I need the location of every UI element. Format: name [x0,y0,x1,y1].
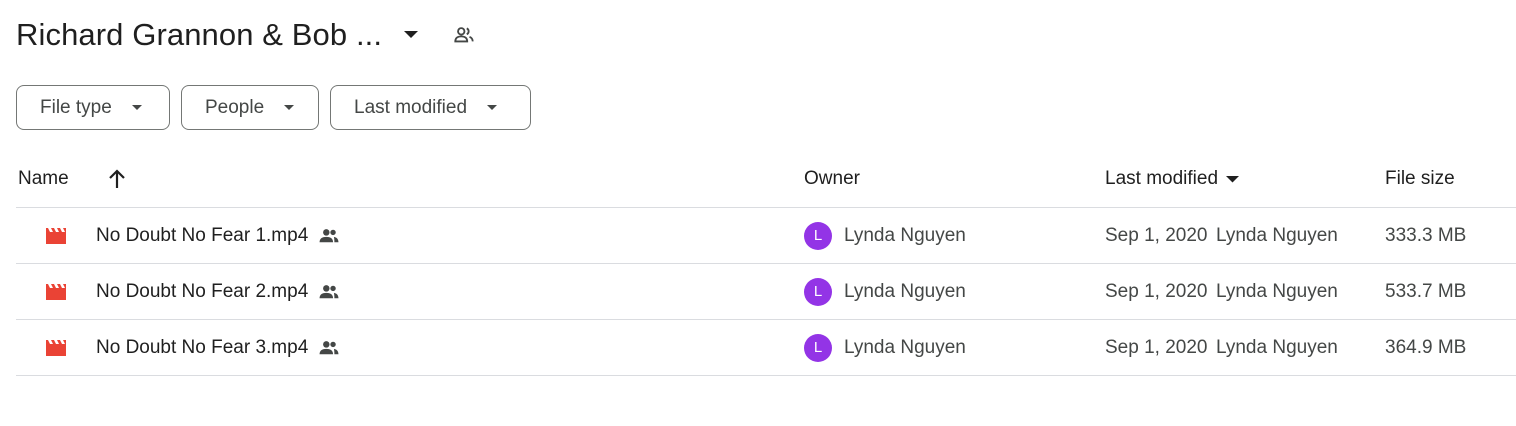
file-size: 533.7 MB [1385,280,1467,302]
modified-date: Sep 1, 2020 [1105,224,1208,246]
name-column-header[interactable]: Name [18,168,69,190]
file-name[interactable]: No Doubt No Fear 3.mp4 [96,320,340,375]
drive-folder-view: Richard Grannon & Bob ... File type Peop… [0,0,1516,426]
last-modified-filter[interactable]: Last modified [330,85,531,130]
file-list: Name Owner Last modified File size No Do… [16,152,1516,376]
filter-bar: File type People Last modified [16,85,531,130]
last-modified-filter-label: Last modified [354,96,468,118]
last-modified-column-label: Last modified [1105,168,1219,189]
file-size: 333.3 MB [1385,224,1467,246]
people-icon [318,339,340,357]
owner-cell: L Lynda Nguyen [804,320,966,375]
people-icon [318,283,340,301]
caret-down-icon[interactable] [400,24,422,46]
owner-name: Lynda Nguyen [844,224,966,246]
video-file-icon [44,208,68,263]
video-file-icon [44,264,68,319]
owner-name: Lynda Nguyen [844,336,966,358]
people-icon [318,227,340,245]
table-header: Name Owner Last modified File size [16,152,1516,208]
people-filter[interactable]: People [181,85,319,130]
table-row[interactable]: No Doubt No Fear 3.mp4 L Lynda Nguyen Se… [16,320,1516,376]
file-name-text: No Doubt No Fear 3.mp4 [96,336,309,358]
file-size-column-header[interactable]: File size [1385,168,1455,190]
caret-down-icon [487,104,498,111]
owner-name: Lynda Nguyen [844,280,966,302]
caret-down-icon [131,104,142,111]
avatar: L [804,221,832,250]
file-size: 364.9 MB [1385,336,1467,358]
folder-title: Richard Grannon & Bob ... [16,17,383,52]
people-filter-label: People [205,96,265,118]
arrow-up-icon[interactable] [104,166,130,192]
file-name-text: No Doubt No Fear 2.mp4 [96,280,309,302]
modified-by: Lynda Nguyen [1216,224,1338,246]
file-type-filter[interactable]: File type [16,85,170,130]
file-name-text: No Doubt No Fear 1.mp4 [96,224,309,246]
table-row[interactable]: No Doubt No Fear 1.mp4 L Lynda Nguyen Se… [16,208,1516,264]
folder-header: Richard Grannon & Bob ... [16,12,478,58]
avatar: L [804,277,832,306]
file-type-filter-label: File type [40,96,112,118]
modified-by: Lynda Nguyen [1216,280,1338,302]
caret-down-icon [284,104,295,111]
table-row[interactable]: No Doubt No Fear 2.mp4 L Lynda Nguyen Se… [16,264,1516,320]
modified-by: Lynda Nguyen [1216,336,1338,358]
caret-down-icon [1226,175,1240,183]
modified-date: Sep 1, 2020 [1105,280,1208,302]
owner-cell: L Lynda Nguyen [804,208,966,263]
file-name[interactable]: No Doubt No Fear 2.mp4 [96,264,340,319]
owner-column-header[interactable]: Owner [804,168,860,190]
file-name[interactable]: No Doubt No Fear 1.mp4 [96,208,340,263]
avatar: L [804,333,832,362]
modified-date: Sep 1, 2020 [1105,336,1208,358]
last-modified-column-header[interactable]: Last modified [1105,168,1240,190]
video-file-icon [44,320,68,375]
owner-cell: L Lynda Nguyen [804,264,966,319]
people-icon[interactable] [450,21,478,49]
